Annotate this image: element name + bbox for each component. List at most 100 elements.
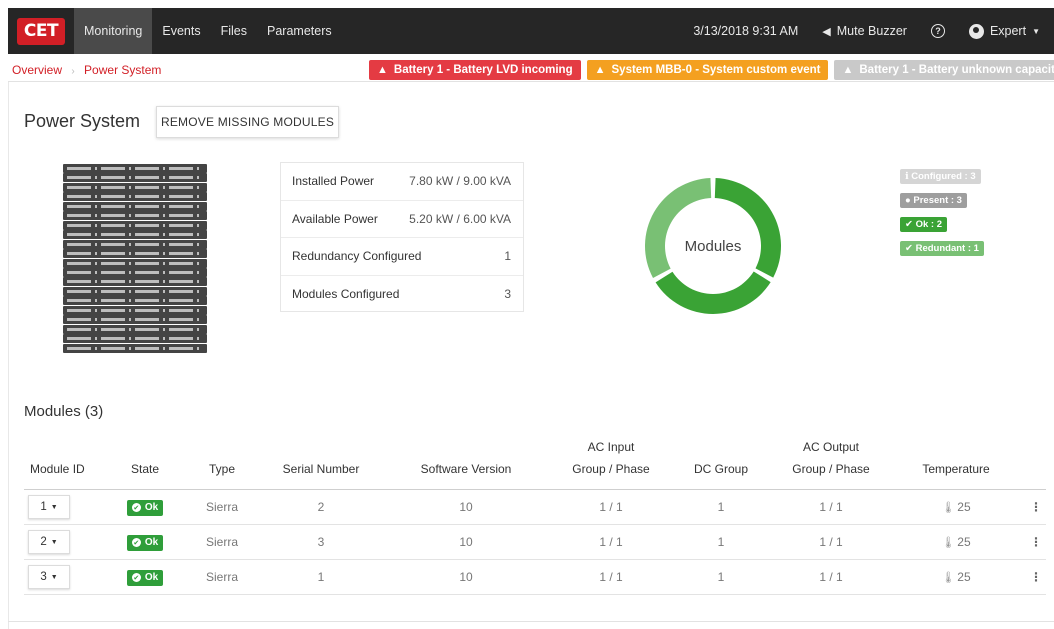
- cell-actions: ⋮: [1026, 524, 1046, 560]
- info-row-modules-configured: Modules Configured 3: [281, 276, 523, 314]
- cell-actions: ⋮: [1026, 489, 1046, 525]
- more-vertical-icon[interactable]: ⋮: [1030, 535, 1042, 549]
- table-row: 2 ▼ ✔ Ok Sierra 3 10 1 / 1 1 1 / 1 🌡 25 ⋮: [24, 524, 1046, 560]
- legend-text: Present : 3: [913, 195, 962, 206]
- nav-monitoring[interactable]: Monitoring: [74, 8, 153, 54]
- status-badge: ✔ Ok: [126, 569, 164, 586]
- legend-configured[interactable]: ℹ Configured : 3: [900, 169, 981, 184]
- info-label: Installed Power: [292, 174, 375, 189]
- legend-text: Ok : 2: [915, 219, 943, 230]
- speaker-icon: ◀: [822, 25, 831, 38]
- col-state: State: [112, 436, 178, 490]
- module-id-value: 1: [40, 501, 47, 513]
- nav-label: Events: [162, 24, 201, 38]
- info-row-redundancy-configured: Redundancy Configured 1: [281, 238, 523, 276]
- breadcrumb-alert-bar: Overview › Power System ▲ Battery 1 - Ba…: [8, 58, 1054, 82]
- user-menu[interactable]: Expert ▼: [957, 8, 1054, 54]
- help-button[interactable]: ?: [919, 8, 957, 54]
- rack-slot: [63, 286, 207, 296]
- remove-missing-modules-button[interactable]: REMOVE MISSING MODULES: [156, 106, 339, 138]
- legend-text: Configured : 3: [911, 171, 976, 182]
- header-line: Group / Phase: [572, 462, 650, 476]
- rack-slot: [63, 305, 207, 315]
- temperature-value: 25: [957, 500, 971, 514]
- temperature-value: 25: [957, 570, 971, 584]
- top-navigation-bar: CET Monitoring Events Files Parameters 3…: [8, 8, 1054, 54]
- rack-slot: [63, 249, 207, 259]
- table-header-row: Module ID State Type Serial Number Softw…: [24, 436, 1046, 490]
- legend-redundant[interactable]: ✔ Redundant : 1: [900, 241, 984, 256]
- page-title: Power System: [24, 111, 141, 131]
- rack-slot: [63, 267, 207, 277]
- cell-state: ✔ Ok: [112, 489, 178, 525]
- rack-slot: [63, 192, 207, 202]
- more-vertical-icon[interactable]: ⋮: [1030, 500, 1042, 514]
- breadcrumb: Overview › Power System: [8, 63, 161, 77]
- alert-badge[interactable]: ▲ System MBB-0 - System custom event: [586, 60, 829, 80]
- cet-logo[interactable]: CET: [8, 8, 74, 54]
- nav-parameters[interactable]: Parameters: [257, 8, 342, 54]
- cell-type: Sierra: [178, 524, 266, 560]
- module-id-value: 2: [40, 536, 47, 548]
- module-status-legend: ℹ Configured : 3 ● Present : 3 ✔ Ok : 2 …: [900, 166, 984, 262]
- alert-badge[interactable]: ▲ Battery 1 - Battery unknown capacity: [834, 60, 1054, 80]
- more-vertical-icon[interactable]: ⋮: [1030, 570, 1042, 584]
- module-id-dropdown[interactable]: 1 ▼: [28, 495, 70, 519]
- warning-icon: ▲: [377, 64, 388, 76]
- breadcrumb-overview-link[interactable]: Overview: [12, 63, 62, 77]
- module-id-dropdown[interactable]: 2 ▼: [28, 530, 70, 554]
- rack-slot: [63, 201, 207, 211]
- cell-ac-input: 1 / 1: [556, 524, 666, 560]
- modules-section-title: Modules (3): [24, 403, 104, 420]
- cell-actions: ⋮: [1026, 559, 1046, 595]
- warning-icon: ▲: [842, 64, 854, 76]
- warning-icon: ▲: [594, 64, 606, 76]
- cell-type: Sierra: [178, 559, 266, 595]
- cell-ac-output: 1 / 1: [776, 559, 886, 595]
- cell-temperature: 🌡 25: [886, 489, 1026, 525]
- rack-slot: [63, 277, 207, 287]
- rack-slot: [63, 220, 207, 230]
- rack-slot: [63, 343, 207, 353]
- donut-center-label: Modules: [684, 237, 742, 255]
- power-info-table: Installed Power 7.80 kW / 9.00 kVA Avail…: [280, 162, 524, 312]
- thermometer-icon: 🌡: [941, 537, 956, 549]
- cell-software: 10: [376, 524, 556, 560]
- info-row-available-power: Available Power 5.20 kW / 6.00 kVA: [281, 201, 523, 238]
- col-actions: [1026, 436, 1046, 490]
- breadcrumb-current[interactable]: Power System: [84, 63, 161, 77]
- cell-serial: 2: [266, 489, 376, 525]
- cell-software: 10: [376, 489, 556, 525]
- nav-events[interactable]: Events: [152, 8, 210, 54]
- header-line: AC Input: [587, 440, 635, 454]
- status-badge: ✔ Ok: [126, 499, 164, 516]
- module-id-dropdown[interactable]: 3 ▼: [28, 565, 70, 589]
- legend-ok[interactable]: ✔ Ok : 2: [900, 217, 948, 232]
- alert-badge[interactable]: ▲ Battery 1 - Battery LVD incoming: [369, 60, 581, 80]
- info-value: 5.20 kW / 6.00 kVA: [409, 211, 511, 226]
- nav-files[interactable]: Files: [211, 8, 257, 54]
- rack-slot: [63, 334, 207, 344]
- state-text: Ok: [144, 572, 159, 583]
- chevron-down-icon: ▼: [1032, 26, 1040, 36]
- module-id-value: 3: [40, 571, 47, 583]
- logo-text: CET: [16, 17, 66, 45]
- modules-table: Module ID State Type Serial Number Softw…: [24, 436, 1046, 595]
- cell-module-id: 2 ▼: [24, 524, 112, 560]
- alert-list: ▲ Battery 1 - Battery LVD incoming ▲ Sys…: [369, 58, 1054, 82]
- user-icon: [968, 23, 984, 39]
- info-value: 1: [504, 249, 511, 264]
- rack-slot: [63, 182, 207, 192]
- help-icon: ?: [930, 24, 945, 38]
- caret-down-icon: ▼: [50, 538, 58, 546]
- col-module-id: Module ID: [24, 436, 112, 490]
- legend-present[interactable]: ● Present : 3: [900, 193, 967, 208]
- cell-temperature: 🌡 25: [886, 524, 1026, 560]
- alert-text: Battery 1 - Battery LVD incoming: [393, 64, 573, 76]
- col-software-version: Software Version: [376, 436, 556, 490]
- thermometer-icon: 🌡: [941, 502, 956, 514]
- rack-slot: [63, 258, 207, 268]
- mute-buzzer-button[interactable]: ◀ Mute Buzzer: [810, 8, 919, 54]
- rack-slot: [63, 315, 207, 325]
- cell-ac-output: 1 / 1: [776, 524, 886, 560]
